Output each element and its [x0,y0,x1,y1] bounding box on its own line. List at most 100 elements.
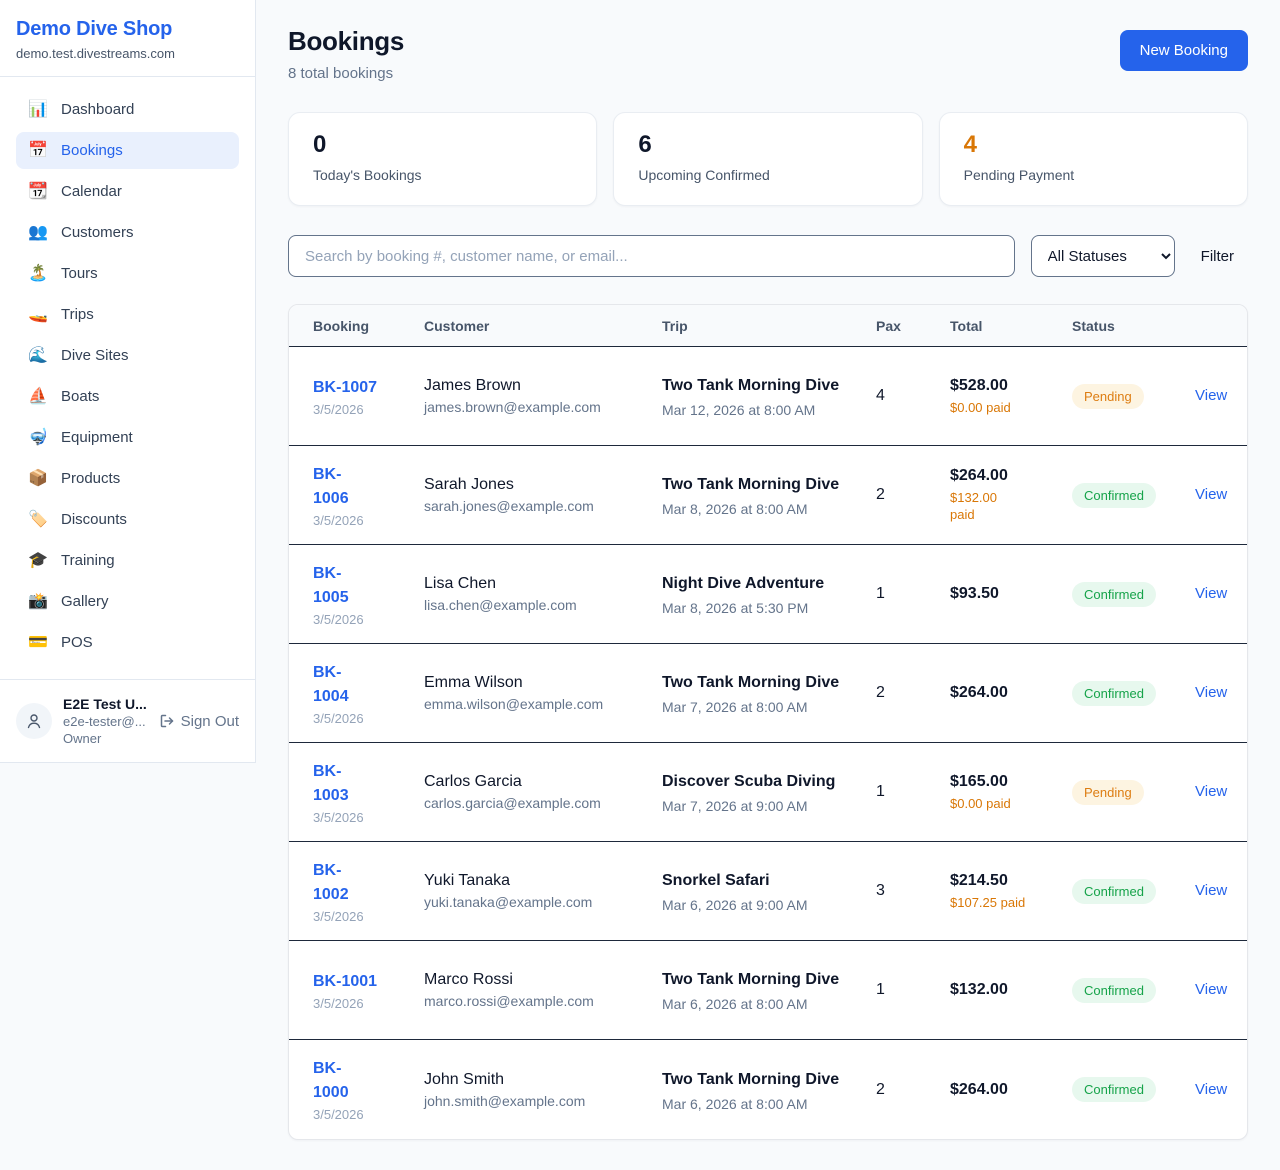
page-title: Bookings [288,26,404,57]
status-badge: Confirmed [1072,1077,1156,1102]
sidebar-item-training[interactable]: 🎓 Training [16,542,239,579]
customer-cell: Carlos Garcia carlos.garcia@example.com [424,773,662,811]
trip-name: Two Tank Morning Dive [662,1068,864,1092]
booking-date: 3/5/2026 [313,402,412,417]
column-header-status: Status [1072,318,1195,334]
customer-name: James Brown [424,377,650,395]
stats-row: 0 Today's Bookings 6 Upcoming Confirmed … [288,112,1248,206]
booking-id-link[interactable]: BK-1003 [313,760,359,808]
booking-date: 3/5/2026 [313,909,412,924]
total-amount: $93.50 [950,585,1060,603]
customer-email: john.smith@example.com [424,1093,650,1109]
sidebar-item-label: POS [61,634,93,651]
stat-label: Upcoming Confirmed [638,167,897,183]
nav-icon: 🤿 [28,430,48,446]
sidebar-item-label: Training [61,552,115,569]
status-filter-select[interactable]: All Statuses [1031,235,1175,277]
customer-cell: Marco Rossi marco.rossi@example.com [424,971,662,1009]
sign-out-button[interactable]: Sign Out [159,713,239,730]
search-input[interactable] [288,235,1015,277]
booking-id-link[interactable]: BK-1000 [313,1057,359,1105]
view-link[interactable]: View [1195,387,1227,404]
status-cell: Confirmed [1072,681,1195,706]
booking-id-link[interactable]: BK-1004 [313,661,359,709]
trip-name: Night Dive Adventure [662,572,864,596]
booking-id-link[interactable]: BK-1001 [313,970,377,994]
sidebar-item-products[interactable]: 📦 Products [16,460,239,497]
customer-cell: Yuki Tanaka yuki.tanaka@example.com [424,872,662,910]
booking-id-link[interactable]: BK-1005 [313,562,359,610]
view-link[interactable]: View [1195,882,1227,899]
actions-cell: View [1195,981,1239,999]
filter-button[interactable]: Filter [1191,248,1248,265]
booking-id-link[interactable]: BK-1002 [313,859,359,907]
column-header-customer: Customer [424,318,662,334]
customer-email: yuki.tanaka@example.com [424,894,650,910]
user-name: E2E Test U... [63,696,148,712]
sidebar-item-dashboard[interactable]: 📊 Dashboard [16,91,239,128]
sidebar-item-boats[interactable]: ⛵ Boats [16,378,239,415]
trip-datetime: Mar 7, 2026 at 9:00 AM [662,798,864,814]
pax-cell: 4 [876,387,950,405]
customer-email: lisa.chen@example.com [424,597,650,613]
view-link[interactable]: View [1195,981,1227,998]
stat-value: 4 [964,131,1223,159]
view-link[interactable]: View [1195,1081,1227,1098]
shop-name-link[interactable]: Demo Dive Shop [16,18,239,41]
trip-cell: Two Tank Morning Dive Mar 7, 2026 at 8:0… [662,671,876,715]
sidebar: Demo Dive Shop demo.test.divestreams.com… [0,0,256,763]
view-link[interactable]: View [1195,783,1227,800]
sidebar-item-equipment[interactable]: 🤿 Equipment [16,419,239,456]
sidebar-item-label: Boats [61,388,99,405]
sidebar-item-pos[interactable]: 💳 POS [16,624,239,661]
table-body: BK-1007 3/5/2026 James Brown james.brown… [289,347,1247,1139]
sidebar-item-label: Dive Sites [61,347,129,364]
booking-id-link[interactable]: BK-1006 [313,463,359,511]
customer-cell: Sarah Jones sarah.jones@example.com [424,476,662,514]
user-info: E2E Test U... e2e-tester@... Owner [63,696,148,746]
sidebar-item-label: Gallery [61,593,109,610]
sidebar-item-tours[interactable]: 🏝️ Tours [16,255,239,292]
paid-amount: $0.00 paid [950,399,1060,416]
trip-name: Two Tank Morning Dive [662,671,864,695]
booking-date: 3/5/2026 [313,513,412,528]
sidebar-item-label: Customers [61,224,134,241]
booking-cell: BK-1007 3/5/2026 [313,376,424,417]
sidebar-item-customers[interactable]: 👥 Customers [16,214,239,251]
status-cell: Confirmed [1072,483,1195,508]
page-header-text: Bookings 8 total bookings [288,26,404,82]
customer-name: Carlos Garcia [424,773,650,791]
sidebar-item-bookings[interactable]: 📅 Bookings [16,132,239,169]
nav-icon: 📊 [28,102,48,118]
booking-cell: BK-1003 3/5/2026 [313,760,424,825]
total-amount: $264.00 [950,1081,1060,1099]
status-badge: Confirmed [1072,879,1156,904]
sidebar-item-gallery[interactable]: 📸 Gallery [16,583,239,620]
trip-cell: Discover Scuba Diving Mar 7, 2026 at 9:0… [662,770,876,814]
status-badge: Confirmed [1072,582,1156,607]
stat-label: Pending Payment [964,167,1223,183]
sign-out-label: Sign Out [181,713,239,730]
booking-id-link[interactable]: BK-1007 [313,376,377,400]
total-amount: $264.00 [950,467,1060,485]
view-link[interactable]: View [1195,486,1227,503]
view-link[interactable]: View [1195,684,1227,701]
total-amount: $528.00 [950,377,1060,395]
sidebar-item-discounts[interactable]: 🏷️ Discounts [16,501,239,538]
sidebar-item-label: Products [61,470,120,487]
stat-label: Today's Bookings [313,167,572,183]
customer-email: carlos.garcia@example.com [424,795,650,811]
trip-cell: Two Tank Morning Dive Mar 6, 2026 at 8:0… [662,968,876,1012]
sidebar-item-trips[interactable]: 🚤 Trips [16,296,239,333]
total-cell: $132.00 [950,981,1072,999]
view-link[interactable]: View [1195,585,1227,602]
customer-name: Emma Wilson [424,674,650,692]
sidebar-item-calendar[interactable]: 📆 Calendar [16,173,239,210]
total-cell: $264.00 [950,684,1072,702]
booking-cell: BK-1002 3/5/2026 [313,859,424,924]
user-role: Owner [63,731,148,746]
nav-icon: 📅 [28,143,48,159]
trip-datetime: Mar 6, 2026 at 8:00 AM [662,996,864,1012]
sidebar-item-dive-sites[interactable]: 🌊 Dive Sites [16,337,239,374]
new-booking-button[interactable]: New Booking [1120,30,1248,71]
